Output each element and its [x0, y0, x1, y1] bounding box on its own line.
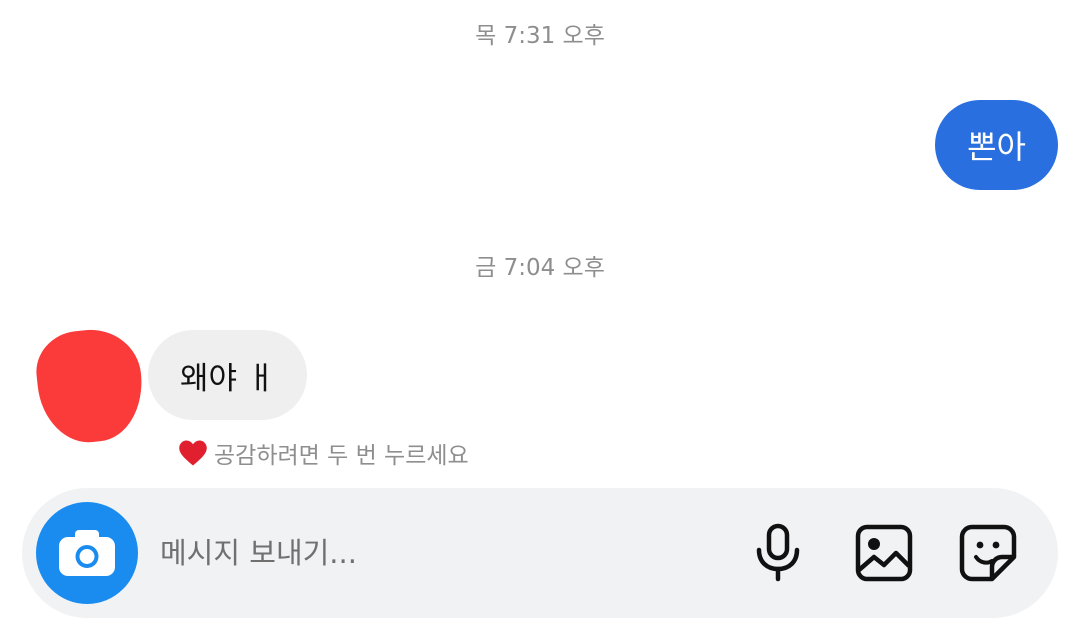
sender-avatar[interactable]: [32, 324, 148, 448]
outgoing-message-bubble[interactable]: 뽄아: [935, 100, 1058, 190]
sticker-button[interactable]: [956, 521, 1020, 585]
microphone-icon: [756, 523, 800, 582]
reaction-hint: 공감하려면 두 번 누르세요: [178, 436, 469, 470]
camera-button[interactable]: [36, 502, 138, 604]
voice-message-button[interactable]: [746, 521, 810, 585]
reaction-hint-text: 공감하려면 두 번 누르세요: [214, 443, 469, 469]
image-icon: [855, 524, 913, 582]
timestamp: 목 7:31 오후: [475, 23, 605, 49]
message-composer: [22, 488, 1058, 618]
camera-icon: [59, 530, 115, 576]
heart-icon: [179, 440, 207, 466]
sticker-icon: [959, 524, 1017, 582]
chat-thread[interactable]: 목 7:31 오후 뽄아 금 7:04 오후 왜야 ㅐ 공감하려면 두 번 누르…: [0, 0, 1080, 639]
incoming-message-bubble[interactable]: 왜야 ㅐ: [148, 330, 308, 420]
gallery-button[interactable]: [852, 521, 916, 585]
timestamp: 금 7:04 오후: [475, 255, 605, 281]
message-input[interactable]: [160, 528, 680, 578]
